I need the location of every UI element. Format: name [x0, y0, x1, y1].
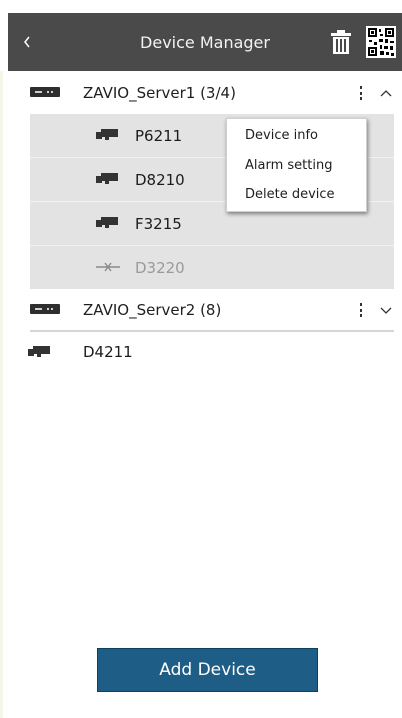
- back-button[interactable]: [12, 23, 42, 61]
- server-name: ZAVIO_Server2 (8): [83, 301, 222, 319]
- camera-name: P6211: [135, 126, 183, 145]
- qr-scan-button[interactable]: [364, 23, 398, 61]
- camera-disconnected-icon: [96, 262, 120, 272]
- device-context-menu: Device info Alarm setting Delete device: [226, 118, 367, 212]
- menu-item-alarm-setting[interactable]: Alarm setting: [245, 151, 332, 179]
- chevron-left-icon: [24, 36, 30, 48]
- menu-item-device-info[interactable]: Device info: [245, 121, 318, 149]
- device-row[interactable]: D4211: [8, 332, 402, 372]
- device-manager-screen: Device Manager ZAVIO_Server1 (3/4) P6211…: [0, 0, 402, 718]
- delete-button[interactable]: [326, 25, 356, 59]
- app-header: Device Manager: [8, 13, 402, 71]
- more-vertical-icon: [360, 86, 362, 100]
- server-menu-button[interactable]: [353, 297, 369, 323]
- device-name: D4211: [83, 343, 133, 361]
- server-row-2[interactable]: ZAVIO_Server2 (8): [8, 289, 402, 331]
- server-row-1[interactable]: ZAVIO_Server1 (3/4): [8, 72, 402, 114]
- chevron-up-icon: [380, 90, 392, 97]
- server-name: ZAVIO_Server1 (3/4): [83, 84, 236, 102]
- left-edge-line: [0, 71, 3, 718]
- server-icon: [30, 87, 60, 97]
- trash-icon: [331, 30, 351, 54]
- camera-row-offline[interactable]: D3220: [30, 246, 394, 290]
- camera-icon: [96, 129, 118, 140]
- server-menu-button[interactable]: [353, 80, 369, 106]
- chevron-down-icon: [380, 307, 392, 314]
- camera-name: F3215: [135, 214, 182, 233]
- camera-name: D3220: [135, 258, 185, 277]
- camera-icon: [28, 346, 50, 357]
- add-device-button[interactable]: Add Device: [97, 648, 318, 692]
- qr-code-icon: [366, 26, 396, 58]
- menu-item-delete-device[interactable]: Delete device: [245, 180, 335, 208]
- camera-name: D8210: [135, 170, 185, 189]
- server-icon: [30, 304, 60, 314]
- camera-icon: [96, 217, 118, 228]
- more-vertical-icon: [360, 303, 362, 317]
- expand-toggle[interactable]: [374, 297, 398, 323]
- status-bar-spacer: [0, 0, 402, 13]
- camera-icon: [96, 173, 118, 184]
- collapse-toggle[interactable]: [374, 80, 398, 106]
